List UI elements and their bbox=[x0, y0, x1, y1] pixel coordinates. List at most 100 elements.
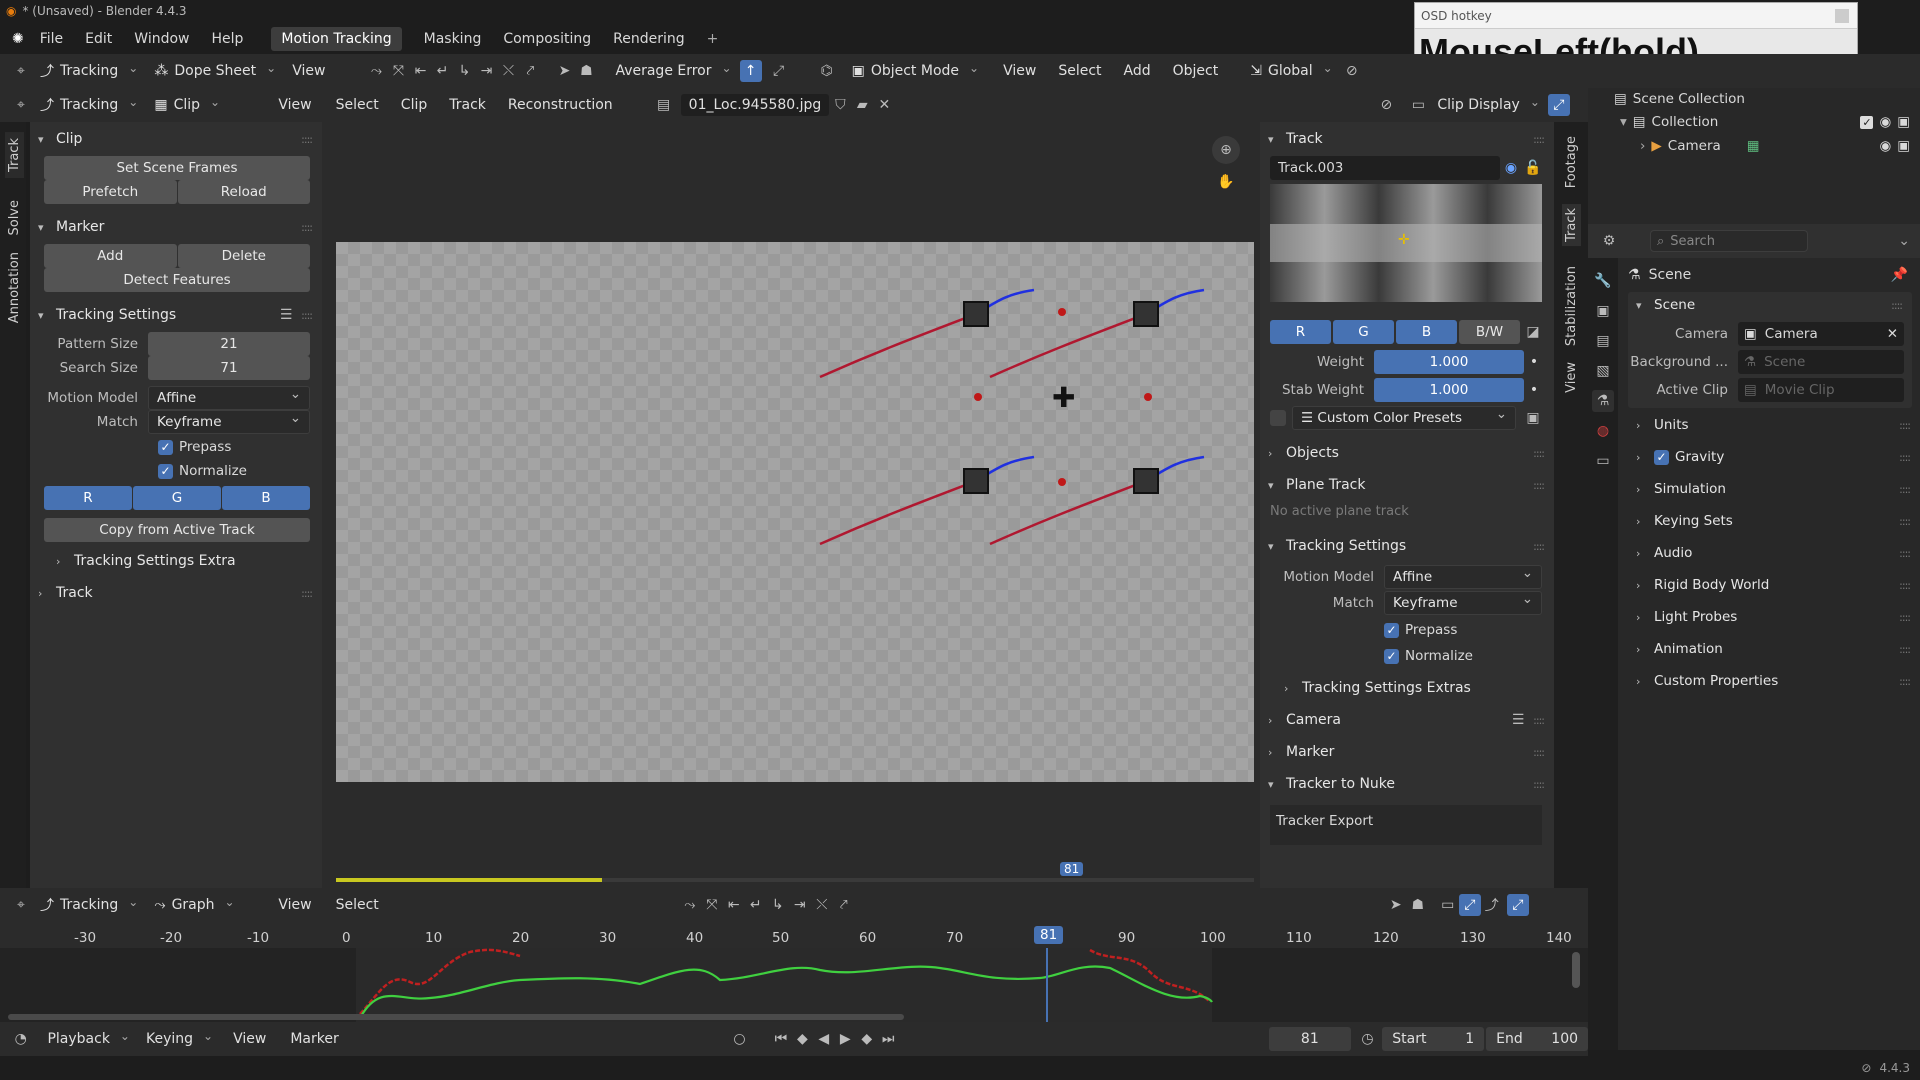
prev-keyframe-icon[interactable]: ◆ bbox=[792, 1028, 813, 1050]
refine-icon[interactable]: ⤤ bbox=[519, 60, 541, 82]
preview-bw-toggle[interactable]: B/W bbox=[1459, 320, 1520, 344]
scene-camera-field[interactable]: ▣ Camera ✕ bbox=[1738, 322, 1904, 346]
editor-type-icon[interactable]: ⌖ bbox=[10, 60, 32, 82]
clip-frame[interactable]: ✚ bbox=[336, 242, 1254, 782]
graph-filter-icon[interactable]: ⤢ bbox=[1506, 894, 1529, 916]
chevron-down-icon[interactable]: ▾ bbox=[1620, 114, 1627, 130]
scene-tab-icon[interactable]: ⚗ bbox=[1592, 390, 1614, 412]
blender-menu-icon[interactable]: ✺ bbox=[12, 31, 24, 47]
graph-menu-select[interactable]: Select bbox=[336, 897, 379, 913]
drag-handle-icon[interactable]: :::: bbox=[301, 309, 313, 322]
motion-model-select[interactable]: Affine bbox=[148, 383, 310, 410]
graph-track-next-icon[interactable]: ↳ bbox=[767, 894, 789, 916]
lock-icon[interactable]: 🔓 bbox=[1522, 157, 1544, 179]
chevron-right-icon[interactable]: › bbox=[1640, 138, 1645, 154]
list-icon[interactable]: ☰ bbox=[1507, 709, 1529, 731]
drag-handle-icon[interactable]: :::: bbox=[1899, 675, 1911, 688]
object-mode-dropdown[interactable]: ▣ Object Mode bbox=[844, 63, 988, 79]
tab-track[interactable]: Track bbox=[5, 132, 24, 179]
add-workspace-icon[interactable]: + bbox=[707, 31, 719, 47]
drag-handle-icon[interactable]: :::: bbox=[1899, 579, 1911, 592]
clip-browse-icon[interactable]: ▤ bbox=[653, 94, 675, 116]
drag-handle-icon[interactable]: :::: bbox=[1533, 540, 1545, 553]
detect-features-button[interactable]: Detect Features bbox=[44, 268, 310, 292]
camera-render-icon[interactable]: ▣ bbox=[1897, 114, 1910, 130]
clip-view-dropdown[interactable]: ▦ Clip bbox=[146, 97, 262, 113]
tab-masking[interactable]: Masking bbox=[424, 31, 482, 47]
marker-3[interactable] bbox=[963, 468, 989, 494]
viewport-view-icon[interactable]: ⌬ bbox=[816, 60, 838, 82]
fake-user-icon[interactable]: ⛉ bbox=[829, 94, 851, 116]
tab-view[interactable]: View bbox=[1562, 358, 1581, 397]
tracker-to-nuke-header[interactable]: ▾ Tracker to Nuke:::: bbox=[1260, 771, 1554, 797]
drag-handle-icon[interactable]: :::: bbox=[1899, 419, 1911, 432]
copy-from-active-track-button[interactable]: Copy from Active Track bbox=[44, 518, 310, 542]
panel-audio[interactable]: › Audio:::: bbox=[1628, 540, 1920, 566]
clip-menu-select[interactable]: Select bbox=[336, 97, 379, 113]
panel-light-probes[interactable]: › Light Probes:::: bbox=[1628, 604, 1920, 630]
menu-window[interactable]: Window bbox=[134, 31, 189, 47]
menu-file[interactable]: File bbox=[40, 31, 63, 47]
graph-track-backward-icon[interactable]: ⇤ bbox=[723, 894, 745, 916]
view-layer-tab-icon[interactable]: ▧ bbox=[1592, 360, 1614, 382]
osd-close-button[interactable] bbox=[1835, 8, 1849, 23]
clear-field-icon[interactable]: ✕ bbox=[1887, 326, 1898, 342]
graph-menu-view[interactable]: View bbox=[278, 897, 311, 913]
drag-handle-icon[interactable]: :::: bbox=[1533, 447, 1545, 460]
marker-4[interactable] bbox=[1133, 468, 1159, 494]
graph-track-forward-icon[interactable]: ⇥ bbox=[789, 894, 811, 916]
properties-editor-icon[interactable]: ⚙ bbox=[1598, 230, 1620, 252]
panel-units[interactable]: › Units:::: bbox=[1628, 412, 1920, 438]
drag-handle-icon[interactable]: :::: bbox=[1899, 515, 1911, 528]
tracking-settings-header[interactable]: ▾ Tracking Settings ☰:::: bbox=[30, 302, 322, 328]
timeline-marker-menu[interactable]: Marker bbox=[290, 1031, 338, 1047]
set-scene-frames-button[interactable]: Set Scene Frames bbox=[44, 156, 310, 180]
graph-link-icon[interactable]: ⤧ bbox=[701, 894, 723, 916]
current-frame-field[interactable]: 81 bbox=[1268, 1027, 1351, 1051]
pattern-size-field[interactable]: 21 bbox=[148, 332, 310, 356]
open-folder-icon[interactable]: ▰ bbox=[851, 94, 873, 116]
sidebar-tracking-settings-header[interactable]: ▾ Tracking Settings:::: bbox=[1260, 533, 1554, 559]
background-field[interactable]: ⚗ Scene bbox=[1738, 350, 1904, 374]
link-icon[interactable]: ⤧ bbox=[387, 60, 409, 82]
track-panel-header[interactable]: › Track:::: bbox=[30, 580, 322, 606]
tab-stabilization[interactable]: Stabilization bbox=[1562, 262, 1581, 350]
channel-g-toggle[interactable]: G bbox=[133, 486, 221, 510]
drag-handle-icon[interactable]: :::: bbox=[1533, 778, 1545, 791]
cursor-icon[interactable]: ➤ bbox=[553, 60, 575, 82]
clip-mode-dropdown[interactable]: ⤴ Tracking bbox=[32, 95, 146, 115]
clip-panel-header[interactable]: ▾ Clip:::: bbox=[30, 126, 322, 152]
drag-handle-icon[interactable]: :::: bbox=[1533, 746, 1545, 759]
orientation-dropdown[interactable]: ⇲ Global bbox=[1242, 63, 1340, 79]
clip-menu-reconstruction[interactable]: Reconstruction bbox=[508, 97, 613, 113]
reload-button[interactable]: Reload bbox=[177, 180, 310, 204]
jump-icon[interactable]: ⤳ bbox=[365, 60, 387, 82]
channel-r-toggle[interactable]: R bbox=[44, 486, 132, 510]
tab-compositing[interactable]: Compositing bbox=[503, 31, 591, 47]
stopwatch-icon[interactable]: ◷ bbox=[1357, 1028, 1378, 1050]
custom-color-presets-select[interactable]: ☰ Custom Color Presets bbox=[1292, 403, 1516, 430]
keyframe-dot-icon[interactable]: • bbox=[1524, 382, 1544, 398]
graph-jump-icon[interactable]: ⤳ bbox=[679, 894, 701, 916]
sidebar-motion-model-select[interactable]: Affine bbox=[1384, 562, 1542, 589]
snap-icon[interactable]: ⊘ bbox=[1341, 60, 1363, 82]
pin-icon[interactable]: 📌 bbox=[1891, 267, 1908, 283]
start-frame-field[interactable]: Start 1 bbox=[1382, 1027, 1485, 1051]
unlink-icon[interactable]: ✕ bbox=[873, 94, 895, 116]
marker-section-header[interactable]: › Marker:::: bbox=[1260, 739, 1554, 765]
outliner-row-collection[interactable]: ▾ ▤ Collection ✓ ◉ ▣ bbox=[1588, 110, 1920, 134]
marker-panel-header[interactable]: ▾ Marker:::: bbox=[30, 214, 322, 240]
sort-order-icon[interactable]: ↑ bbox=[739, 60, 762, 82]
viewport-object-menu[interactable]: Object bbox=[1173, 63, 1219, 79]
graph-view-dropdown[interactable]: ⤳ Graph bbox=[146, 897, 262, 913]
next-keyframe-icon[interactable]: ◆ bbox=[856, 1028, 877, 1050]
clear-icon[interactable]: ⤬ bbox=[497, 60, 519, 82]
tab-footage[interactable]: Footage bbox=[1562, 132, 1581, 192]
camera-section-header[interactable]: › Camera ☰:::: bbox=[1260, 707, 1554, 733]
jump-start-icon[interactable]: ⏮ bbox=[770, 1028, 791, 1050]
collection-tab-icon[interactable]: ▭ bbox=[1592, 450, 1614, 472]
keyframe-dot-icon[interactable]: • bbox=[1524, 354, 1544, 370]
track-forward-icon[interactable]: ⇥ bbox=[475, 60, 497, 82]
color-swatch-icon[interactable]: ▣ bbox=[1522, 407, 1544, 429]
graph-scrollbar-h[interactable] bbox=[8, 1014, 904, 1020]
